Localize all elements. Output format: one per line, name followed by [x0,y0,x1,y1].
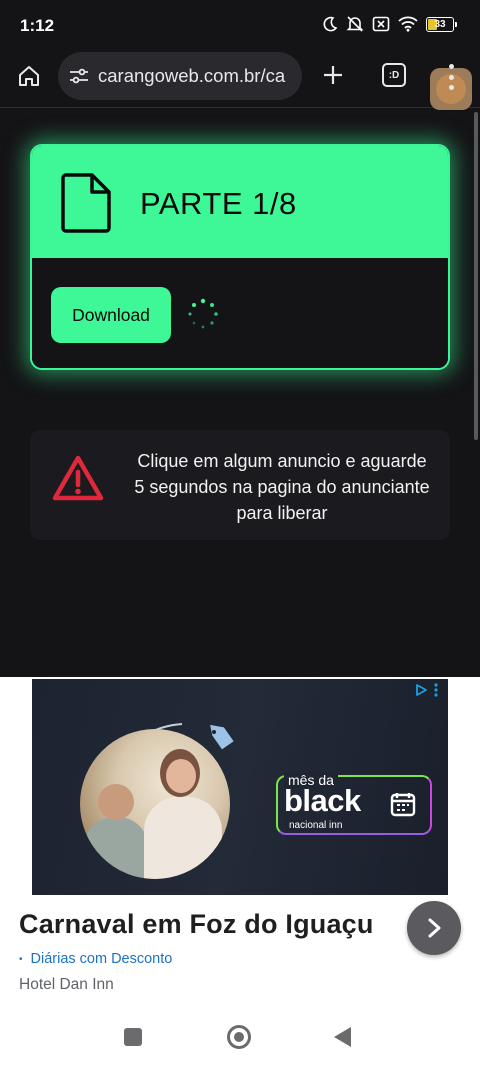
bell-off-icon [346,16,364,32]
home-button[interactable] [14,61,44,91]
calendar-icon [390,793,416,817]
chevron-right-icon [428,918,441,938]
tab-switcher-button[interactable]: :D [382,63,406,87]
download-card-body: Download [32,258,448,368]
more-menu-icon[interactable] [448,64,454,90]
home-icon [19,66,39,86]
address-bar[interactable]: carangoweb.com.br/ca [58,52,302,100]
ad-choices[interactable] [414,683,438,697]
ad-notice-box: Clique em algum anuncio e aguarde 5 segu… [30,430,450,540]
battery-icon: 33 [426,16,457,32]
ad-subtitle-text: Diárias com Desconto [30,951,173,967]
system-navigation-bar [0,1010,480,1066]
file-icon [61,173,111,233]
new-tab-button[interactable] [318,60,348,90]
download-card: PARTE 1/8 Download [30,144,450,370]
page-scrollbar[interactable] [474,112,478,440]
download-button[interactable]: Download [51,287,171,343]
notice-text: Clique em algum anuncio e aguarde 5 segu… [134,451,430,523]
advertisement[interactable]: mês da black nacional inn Carnaval em Fo… [0,677,480,1010]
wifi-icon [398,16,418,32]
price-tag-icon [210,724,234,750]
loading-spinner-icon [188,298,218,329]
ad-options-icon[interactable] [434,683,438,697]
ad-title[interactable]: Carnaval em Foz do Iguaçu [19,909,374,940]
moon-icon [323,16,338,32]
recent-apps-icon[interactable] [124,1028,142,1046]
home-nav-icon[interactable] [227,1025,251,1049]
ad-choices-icon[interactable] [414,683,428,697]
back-nav-icon[interactable] [334,1027,351,1047]
ad-subtitle[interactable]: • Diárias com Desconto [19,951,172,967]
ad-banner-image[interactable]: mês da black nacional inn [32,679,448,895]
url-text: carangoweb.com.br/ca [98,65,286,86]
ad-advertiser: Hotel Dan Inn [19,976,114,993]
part-title: PARTE 1/8 [140,186,297,221]
status-time: 1:12 [20,16,55,35]
warning-icon [52,455,104,501]
brand-bottom-text: nacional inn [285,820,347,831]
battery-level: 33 [434,18,446,30]
ad-open-button[interactable] [407,901,461,955]
status-bar: 1:12 33 [0,0,480,50]
download-card-header: PARTE 1/8 [32,146,448,258]
brand-main-text: black [284,783,361,818]
plus-icon [324,66,342,84]
browser-toolbar: carangoweb.com.br/ca :D [0,50,480,110]
status-icons: 33 [322,15,457,33]
site-settings-icon[interactable] [66,63,92,89]
no-sim-icon [372,16,390,32]
ad-subtitle-bullet: • [19,953,23,965]
